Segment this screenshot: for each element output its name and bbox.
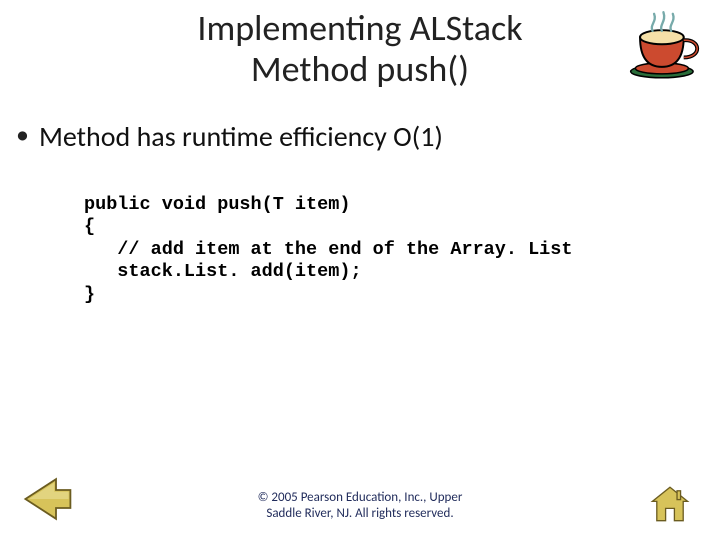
code-block: public void push(T item) { // add item a… — [84, 194, 720, 307]
coffee-cup-icon — [626, 6, 704, 84]
code-line: stack.List. add(item); — [84, 261, 362, 282]
bullet-text: Method has runtime efficiency O(1) — [39, 119, 443, 154]
prev-slide-button[interactable] — [20, 472, 74, 526]
home-button[interactable] — [648, 482, 692, 526]
copyright-footer: © 2005 Pearson Education, Inc., Upper Sa… — [0, 490, 720, 523]
bullet-list: • Method has runtime efficiency O(1) — [16, 119, 720, 154]
title-line-2: Method push() — [251, 47, 469, 91]
footer-line-2: Saddle River, NJ. All rights reserved. — [266, 506, 453, 521]
code-line: } — [84, 284, 95, 305]
footer-line-1: © 2005 Pearson Education, Inc., Upper — [258, 490, 463, 505]
slide-title: Implementing ALStack Method push() — [0, 0, 720, 91]
bullet-item: • Method has runtime efficiency O(1) — [16, 119, 720, 154]
code-line: // add item at the end of the Array. Lis… — [84, 239, 572, 260]
arrow-left-icon — [20, 472, 74, 526]
bullet-dot-icon: • — [16, 119, 29, 150]
code-line: public void push(T item) — [84, 194, 350, 215]
code-line: { — [84, 216, 95, 237]
title-line-1: Implementing ALStack — [197, 6, 522, 50]
home-icon — [648, 482, 692, 526]
